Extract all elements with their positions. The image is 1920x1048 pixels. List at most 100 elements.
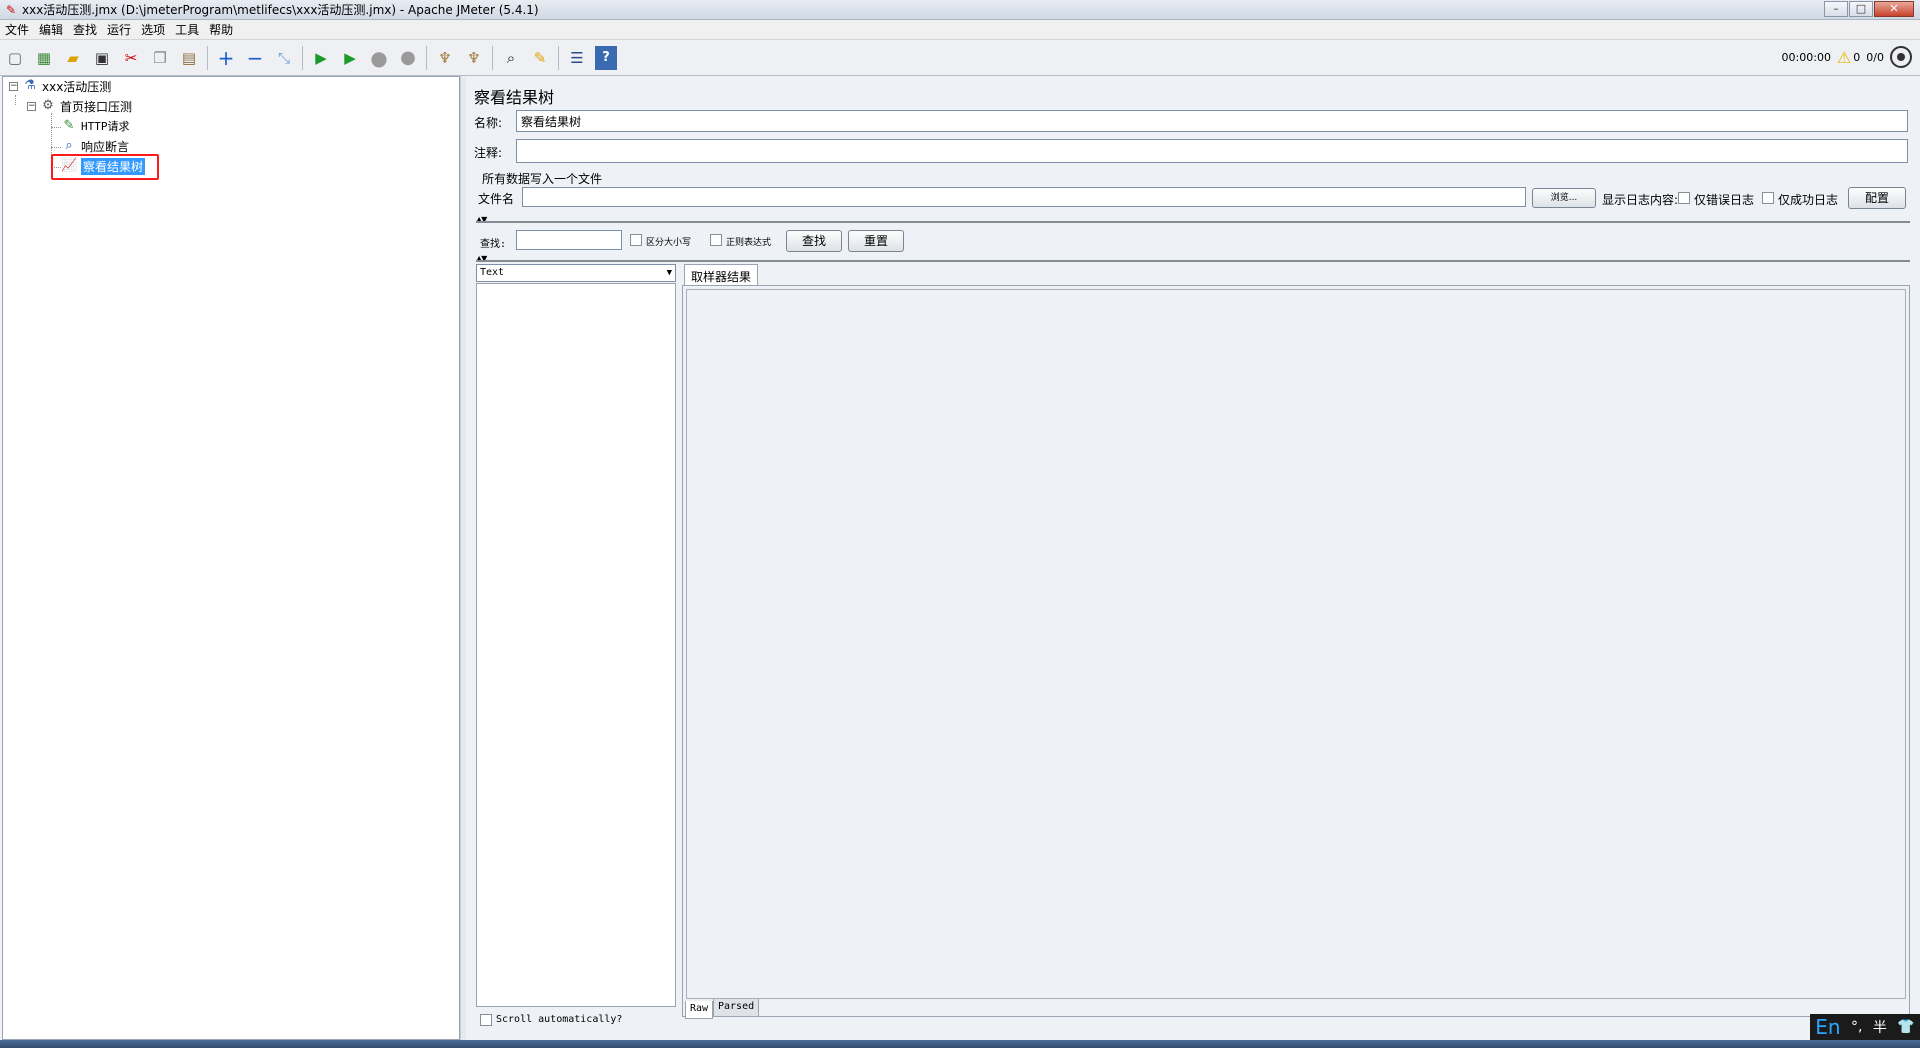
- annotation-highlight-box: [51, 154, 159, 180]
- save-icon[interactable]: ▣: [91, 46, 113, 70]
- window-controls: – □ ✕: [1823, 1, 1914, 17]
- menu-search[interactable]: 查找: [68, 21, 102, 38]
- cut-icon[interactable]: ✂: [120, 46, 142, 70]
- search-input[interactable]: [516, 230, 622, 250]
- collapse-toggle-icon[interactable]: −: [9, 81, 18, 91]
- toolbar-separator: [426, 45, 427, 70]
- file-section-label: 所有数据写入一个文件: [482, 172, 603, 186]
- collapse-icon[interactable]: −: [244, 46, 266, 70]
- tree-node-label: xxx活动压测: [42, 79, 112, 94]
- scroll-auto-checkbox[interactable]: [480, 1014, 492, 1026]
- tree-node-test-plan[interactable]: − ⚗ xxx活动压测: [9, 77, 111, 95]
- window-title: xxx活动压测.jmx (D:\jmeterProgram\metlifecs\…: [22, 3, 539, 17]
- ime-punct-icon: °,: [1850, 1019, 1863, 1035]
- tree-node-label: 响应断言: [81, 139, 130, 154]
- tab-raw[interactable]: Raw: [685, 1001, 714, 1019]
- filename-field[interactable]: [522, 187, 1526, 207]
- case-sensitive-checkbox[interactable]: [630, 234, 642, 246]
- warning-icon[interactable]: ⚠: [1837, 48, 1851, 67]
- open-icon[interactable]: ▰: [62, 46, 84, 70]
- menu-bar: 文件 编辑 查找 运行 选项 工具 帮助: [0, 20, 1920, 40]
- toolbar-separator: [302, 45, 303, 70]
- toolbar-separator: [558, 45, 559, 70]
- ime-mode: 半: [1872, 1020, 1887, 1036]
- title-bar: ✎ xxx活动压测.jmx (D:\jmeterProgram\metlifec…: [0, 0, 1920, 20]
- configure-button[interactable]: 配置: [1848, 187, 1906, 209]
- menu-tools[interactable]: 工具: [170, 21, 204, 38]
- tree-node-http-request[interactable]: ✎ HTTP请求: [61, 117, 130, 135]
- search-icon[interactable]: ⌕: [500, 46, 522, 70]
- toolbar-separator: [492, 45, 493, 70]
- errors-only-label: 仅错误日志: [1694, 193, 1755, 207]
- tree-connector: [51, 127, 61, 128]
- log-contents-label: 显示日志内容:: [1602, 193, 1679, 207]
- view-results-tree-panel: 察看结果树 名称: 察看结果树 注释: 所有数据写入一个文件 文件名 浏览...…: [466, 76, 1920, 1040]
- pipette-icon: ✎: [63, 118, 75, 133]
- errors-only-checkbox[interactable]: [1678, 192, 1690, 204]
- scroll-auto-label: Scroll automatically?: [496, 1014, 623, 1025]
- help-icon[interactable]: ?: [595, 45, 617, 70]
- warning-count: 0: [1853, 50, 1861, 64]
- start-icon[interactable]: ▶: [310, 46, 332, 70]
- templates-icon[interactable]: ▦: [33, 46, 55, 70]
- name-field[interactable]: 察看结果树: [516, 110, 1908, 132]
- menu-edit[interactable]: 编辑: [34, 21, 68, 38]
- divider: [476, 221, 1910, 223]
- filename-label: 文件名: [478, 192, 515, 206]
- clear-icon[interactable]: ♆: [434, 46, 456, 70]
- sampler-result-content: Raw Parsed: [682, 285, 1910, 1019]
- find-button[interactable]: 查找: [786, 230, 842, 252]
- browse-button[interactable]: 浏览...: [1532, 188, 1596, 208]
- remote-status-icon[interactable]: [1890, 46, 1912, 68]
- menu-help[interactable]: 帮助: [204, 21, 238, 38]
- taskbar: [0, 1040, 1920, 1048]
- collapse-toggle-icon[interactable]: −: [27, 101, 36, 111]
- regex-label: 正则表达式: [726, 238, 772, 248]
- menu-options[interactable]: 选项: [136, 21, 170, 38]
- name-label: 名称:: [474, 116, 503, 130]
- clear-all-icon[interactable]: ♆: [463, 46, 485, 70]
- magnifier-icon: ⌕: [65, 138, 73, 153]
- ime-indicator[interactable]: En °, 半 👕: [1810, 1014, 1920, 1040]
- regex-checkbox[interactable]: [710, 234, 722, 246]
- minimize-icon[interactable]: –: [1824, 1, 1848, 17]
- tab-parsed[interactable]: Parsed: [713, 999, 760, 1017]
- maximize-icon[interactable]: □: [1849, 1, 1873, 17]
- tree-node-label: 首页接口压测: [60, 99, 133, 114]
- start-no-pause-icon[interactable]: ▶: [339, 46, 361, 70]
- ime-skin-icon: 👕: [1897, 1019, 1915, 1035]
- menu-file[interactable]: 文件: [0, 21, 34, 38]
- tree-node-thread-group[interactable]: − ⚙ 首页接口压测: [27, 97, 132, 115]
- paste-icon[interactable]: ▤: [178, 46, 200, 70]
- search-label: 查找:: [480, 239, 507, 250]
- toolbar: ▢ ▦ ▰ ▣ ✂ ❐ ▤ + − ⤡ ▶ ▶ ● ● ♆ ♆ ⌕ ✎ ☰ ? …: [0, 40, 1920, 76]
- close-icon[interactable]: ✕: [1874, 1, 1914, 17]
- tree-node-response-assertion[interactable]: ⌕ 响应断言: [61, 137, 129, 155]
- thread-group-gear-icon: ⚙: [42, 98, 54, 113]
- reset-search-icon[interactable]: ✎: [529, 46, 551, 70]
- comment-field[interactable]: [516, 139, 1908, 163]
- stop-icon[interactable]: ●: [368, 46, 390, 70]
- elapsed-timer: 00:00:00: [1781, 50, 1831, 64]
- toggle-icon[interactable]: ⤡: [273, 46, 295, 70]
- tree-connector: [51, 147, 61, 148]
- successes-only-checkbox[interactable]: [1762, 192, 1774, 204]
- divider: [476, 260, 1910, 262]
- case-sensitive-label: 区分大小写: [646, 238, 692, 248]
- expand-icon[interactable]: +: [215, 46, 237, 70]
- comment-label: 注释:: [474, 146, 503, 160]
- tab-sampler-result[interactable]: 取样器结果: [684, 264, 759, 286]
- renderer-select[interactable]: Text ▼: [476, 264, 676, 282]
- tree-connector: [15, 95, 16, 105]
- menu-run[interactable]: 运行: [102, 21, 136, 38]
- function-helper-icon[interactable]: ☰: [566, 46, 588, 70]
- chevron-down-icon: ▼: [666, 268, 672, 278]
- shutdown-icon[interactable]: ●: [397, 46, 419, 70]
- sampler-result-pane[interactable]: [686, 289, 1906, 999]
- results-list[interactable]: [476, 283, 676, 1007]
- reset-button[interactable]: 重置: [848, 230, 904, 252]
- renderer-select-value: Text: [480, 267, 505, 278]
- successes-only-label: 仅成功日志: [1778, 193, 1839, 207]
- new-icon[interactable]: ▢: [4, 46, 26, 70]
- copy-icon[interactable]: ❐: [149, 46, 171, 70]
